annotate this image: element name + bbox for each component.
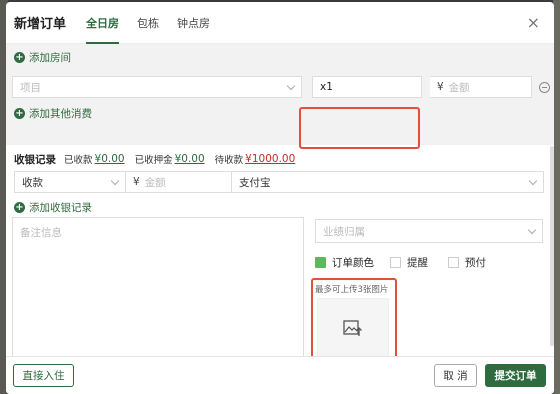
quantity-input[interactable]: x1 [312, 76, 422, 98]
performance-select[interactable]: 业绩归属 [315, 219, 543, 243]
order-color-label: 订单颜色 [332, 256, 374, 269]
pending-value[interactable]: ¥1000.00 [245, 153, 295, 165]
prepay-label: 预付 [465, 256, 486, 269]
quantity-value: x1 [320, 81, 333, 93]
scrollbar[interactable] [550, 146, 554, 346]
close-icon[interactable]: × [521, 13, 546, 32]
order-color-swatch[interactable] [315, 256, 326, 268]
add-record-link[interactable]: + 添加收银记录 [14, 200, 546, 215]
payment-type-select[interactable]: 收款 [14, 171, 126, 193]
cancel-button[interactable]: 取 消 [434, 364, 477, 387]
currency-symbol: ¥ [133, 176, 140, 188]
chevron-down-icon [286, 81, 296, 91]
tab-hourly[interactable]: 钟点房 [177, 2, 210, 44]
new-order-modal: 新增订单 全日房 包栋 钟点房 × + 添加房间 项目 x1 ¥ 金额 + 添加… [6, 2, 554, 394]
item-placeholder: 项目 [20, 81, 41, 94]
payment-amount-input[interactable]: ¥ 金额 [126, 171, 232, 193]
amount-placeholder: 金额 [448, 81, 470, 94]
notes-textarea[interactable]: 备注信息 [12, 217, 304, 357]
payment-type-value: 收款 [22, 176, 43, 189]
add-record-label: 添加收银记录 [29, 202, 92, 214]
room-section: + 添加房间 项目 x1 ¥ 金额 + 添加其他消费 [6, 44, 554, 149]
tab-whole-house[interactable]: 包栋 [137, 2, 159, 44]
received-value[interactable]: ¥0.00 [95, 153, 125, 165]
submit-order-button[interactable]: 提交订单 [485, 364, 546, 387]
minus-circle-icon[interactable] [539, 81, 550, 93]
prepay-checkbox[interactable] [448, 256, 459, 268]
payment-method-value: 支付宝 [239, 176, 271, 189]
notes-placeholder: 备注信息 [20, 227, 62, 239]
pending-label: 待收款 [214, 155, 244, 166]
chevron-down-icon [528, 176, 538, 186]
remind-checkbox[interactable] [390, 256, 401, 268]
plus-circle-icon: + [14, 202, 25, 213]
checkin-button[interactable]: 直接入住 [13, 364, 74, 387]
background-right [553, 0, 560, 394]
upload-highlight [311, 278, 397, 364]
received-label: 已收款 [64, 155, 93, 166]
remind-label: 提醒 [407, 256, 428, 269]
cashier-title: 收银记录 [14, 153, 56, 166]
payment-amount-placeholder: 金额 [144, 176, 166, 189]
modal-header: 新增订单 全日房 包栋 钟点房 × [6, 2, 554, 44]
currency-symbol: ¥ [437, 81, 444, 93]
modal-footer: 直接入住 取 消 提交订单 [6, 356, 554, 394]
tab-full-day[interactable]: 全日房 [86, 2, 120, 44]
cashier-section: 收银记录 已收款 ¥0.00 已收押金 ¥0.00 待收款 ¥1000.00 收… [6, 145, 554, 215]
payment-method-select[interactable]: 支付宝 [232, 171, 544, 193]
add-other-label: 添加其他消费 [29, 108, 92, 120]
quantity-highlight [299, 107, 420, 149]
deposit-value[interactable]: ¥0.00 [175, 153, 205, 165]
chevron-down-icon [527, 225, 537, 235]
add-other-link[interactable]: + 添加其他消费 [6, 106, 554, 121]
deposit-label: 已收押金 [134, 155, 173, 166]
item-select[interactable]: 项目 [12, 76, 302, 98]
plus-circle-icon: + [14, 52, 25, 63]
add-room-label: 添加房间 [29, 52, 71, 64]
amount-input[interactable]: ¥ 金额 [430, 76, 532, 98]
plus-circle-icon: + [14, 108, 25, 119]
performance-placeholder: 业绩归属 [323, 225, 365, 238]
add-room-link[interactable]: + 添加房间 [6, 50, 554, 65]
modal-title: 新增订单 [14, 17, 67, 32]
chevron-down-icon [110, 176, 120, 186]
